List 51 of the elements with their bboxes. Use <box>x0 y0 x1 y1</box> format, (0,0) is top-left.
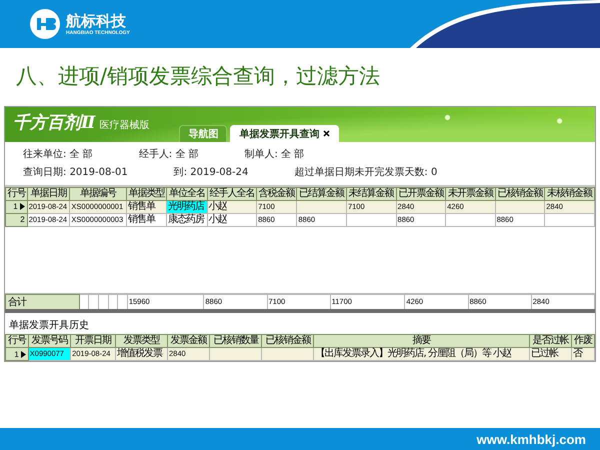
column-header[interactable]: 含税金额 <box>256 187 297 200</box>
brand-name: 航标科技 <box>66 12 127 30</box>
column-header[interactable]: 经手人全名 <box>207 187 257 200</box>
column-header[interactable]: 是否过帐 <box>529 334 572 348</box>
table-cell: 销售单 <box>126 213 167 226</box>
column-header[interactable]: 行号 <box>6 334 28 348</box>
column-header[interactable]: 发票号码 <box>28 334 71 348</box>
filter-label: 到: 2019-08-24 <box>174 166 248 179</box>
tab[interactable]: 单据发票开具查询 <box>230 124 340 142</box>
table-cell: 小赵 <box>207 213 257 226</box>
column-header[interactable]: 单据类型 <box>126 187 167 200</box>
column-header[interactable]: 未结算金额 <box>346 187 396 200</box>
table-cell: 已过帐 <box>529 348 572 360</box>
column-header[interactable]: 发票类型 <box>115 334 168 348</box>
history-title: 单据发票开具历史 <box>8 318 90 333</box>
website-url: www.kmhbkj.com <box>476 432 586 446</box>
table-cell: 小赵 <box>207 200 257 214</box>
filter-label: 查询日期: 2019-08-01 <box>23 166 128 179</box>
table-cell: 增值税发票 <box>115 348 168 360</box>
column-header[interactable]: 单位全名 <box>166 187 208 200</box>
filter-label: 制单人: 全 部 <box>244 148 304 161</box>
product-logo: 千方百剂Ⅱ <box>13 112 96 134</box>
table-cell: 否 <box>572 348 594 360</box>
totals-label: 合计 <box>6 294 80 311</box>
filter-label: 超过单据日期未开完发票天数: 0 <box>294 166 438 179</box>
slide-title: 八、进项/销项发票综合查询，过滤方法 <box>15 63 382 90</box>
column-header[interactable]: 已核销金额 <box>495 187 545 200</box>
column-header[interactable]: 单据日期 <box>27 187 70 200</box>
column-header[interactable]: 未开票金额 <box>446 187 496 200</box>
column-header[interactable]: 发票金额 <box>168 334 210 348</box>
logo-icon <box>30 9 60 39</box>
table-cell: 康态药房 <box>166 213 208 226</box>
row-number: 2 <box>6 213 28 226</box>
column-header[interactable]: 已结算金额 <box>296 187 346 200</box>
column-header[interactable]: 已开票金额 <box>396 187 446 200</box>
column-header[interactable]: 已核销数量 <box>210 334 262 348</box>
column-header[interactable]: 未核销金额 <box>544 187 594 200</box>
row-number: 1 <box>6 348 28 360</box>
column-header[interactable]: 行号 <box>6 187 28 200</box>
column-header[interactable]: 作废 <box>572 334 594 348</box>
column-header[interactable]: 已核销金额 <box>262 334 314 348</box>
column-header[interactable]: 摘要 <box>314 334 530 348</box>
table-cell: 【出库发票录入】光明药店, 分厘阻（局）等 小赵 <box>314 348 530 360</box>
column-header[interactable]: 开票日期 <box>70 334 116 348</box>
close-icon[interactable] <box>323 130 330 138</box>
table-cell: 光明药店 <box>166 200 208 214</box>
row-number: 1 <box>6 200 28 214</box>
product-edition: 医疗器械版 <box>99 118 150 132</box>
filter-label: 往来单位: 全 部 <box>23 148 93 161</box>
filter-label: 经手人: 全 部 <box>138 148 198 161</box>
column-header[interactable]: 单据编号 <box>70 187 126 200</box>
